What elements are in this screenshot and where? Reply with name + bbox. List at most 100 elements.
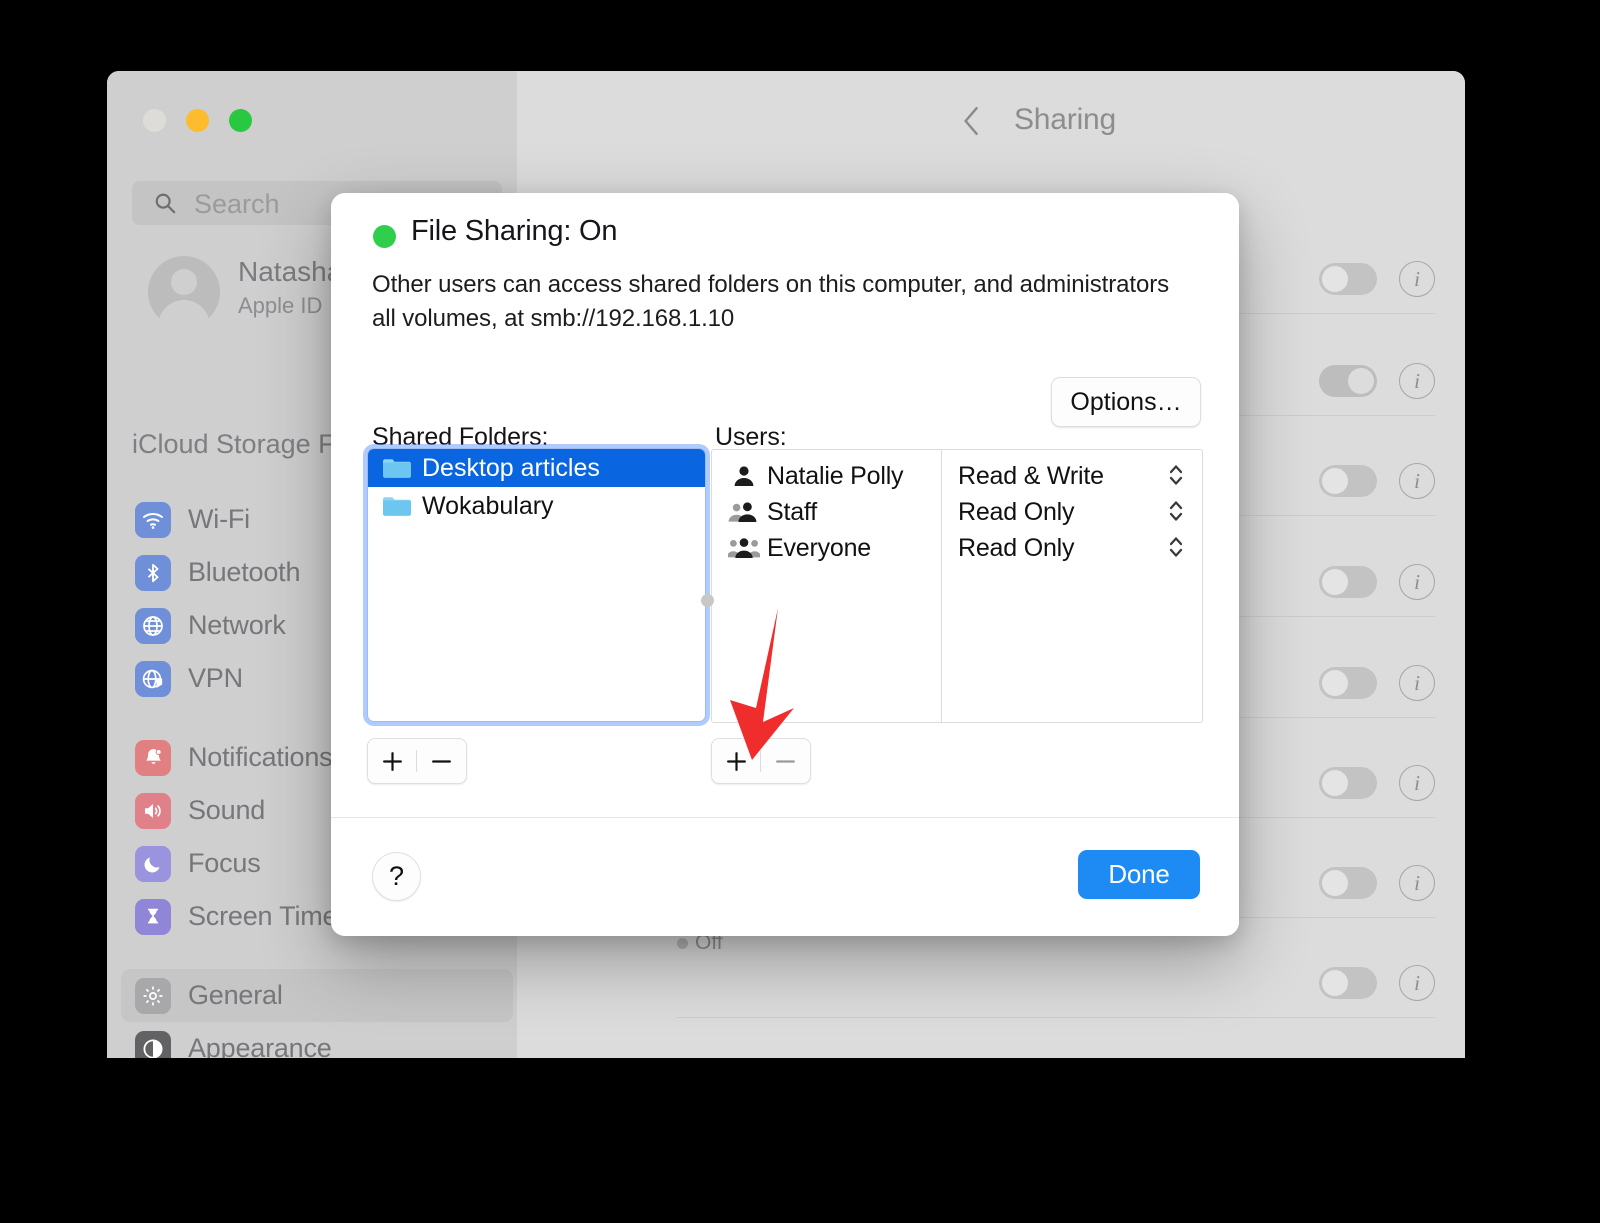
users-list[interactable]: Natalie Polly Read & Write Staff Read Only E… (711, 449, 1203, 723)
dialog-footer: ? Done (331, 817, 1239, 936)
chevron-updown-icon[interactable] (1166, 497, 1186, 525)
info-button[interactable]: i (1399, 665, 1435, 701)
user-row[interactable]: Staff (712, 494, 957, 530)
row-toggle[interactable] (1319, 465, 1377, 497)
settings-row: i (1319, 564, 1435, 600)
sidebar-item-label: Wi-Fi (188, 504, 250, 535)
single-person-icon (728, 464, 760, 488)
user-name: Staff (767, 498, 817, 527)
resize-grip[interactable] (701, 594, 714, 607)
info-button[interactable]: i (1399, 965, 1435, 1001)
user-name: Natalie Polly (767, 462, 903, 491)
folder-name: Wokabulary (422, 492, 554, 521)
back-button[interactable] (961, 104, 983, 138)
shared-folder-item[interactable]: Wokabulary (368, 487, 705, 525)
remove-folder-button[interactable] (417, 740, 465, 782)
appearance-contrast-icon (135, 1031, 171, 1059)
sidebar-item-general[interactable]: General (121, 969, 513, 1022)
search-icon (154, 192, 176, 214)
settings-row: i (1319, 665, 1435, 701)
sidebar-item-label: Appearance (188, 1033, 332, 1058)
settings-row: i (1319, 765, 1435, 801)
close-window-button[interactable] (143, 109, 166, 132)
account-subtitle: Apple ID (238, 293, 322, 319)
focus-moon-icon (135, 846, 171, 882)
folder-icon (381, 494, 413, 518)
settings-row: i (1319, 865, 1435, 901)
sound-speaker-icon (135, 793, 171, 829)
settings-row: i (1319, 261, 1435, 297)
user-add-remove-control (711, 738, 811, 784)
add-folder-button[interactable] (368, 740, 416, 782)
info-button[interactable]: i (1399, 564, 1435, 600)
two-people-icon (728, 500, 760, 524)
info-button[interactable]: i (1399, 261, 1435, 297)
status-title: File Sharing: On (411, 215, 617, 248)
traffic-lights (143, 109, 252, 132)
dialog-body: File Sharing: On Other users can access … (331, 193, 1239, 818)
three-people-icon (728, 536, 760, 560)
permission-value: Read Only (958, 534, 1074, 563)
add-user-button[interactable] (712, 740, 760, 782)
network-globe-icon (135, 608, 171, 644)
settings-row: i (1319, 463, 1435, 499)
shared-folder-item[interactable]: Desktop articles (368, 449, 705, 487)
permission-popup[interactable]: Read & Write (942, 458, 1202, 494)
done-button[interactable]: Done (1078, 850, 1200, 899)
sidebar-item-label: Focus (188, 848, 261, 879)
row-toggle[interactable] (1319, 767, 1377, 799)
help-button[interactable]: ? (372, 852, 421, 901)
options-button[interactable]: Options… (1051, 377, 1201, 427)
minimize-window-button[interactable] (186, 109, 209, 132)
wifi-icon (135, 502, 171, 538)
folder-name: Desktop articles (422, 454, 600, 483)
sidebar-item-label: Bluetooth (188, 557, 300, 588)
permission-value: Read & Write (958, 462, 1104, 491)
user-row[interactable]: Natalie Polly (712, 458, 957, 494)
icloud-storage-row[interactable]: iCloud Storage F (132, 429, 335, 460)
sidebar-item-label: General (188, 980, 283, 1011)
avatar-icon (148, 256, 220, 328)
search-placeholder: Search (194, 189, 280, 220)
row-toggle[interactable] (1319, 867, 1377, 899)
permission-popup[interactable]: Read Only (942, 530, 1202, 566)
remove-user-button[interactable] (761, 740, 809, 782)
maximize-window-button[interactable] (229, 109, 252, 132)
folder-icon (381, 456, 413, 480)
chevron-updown-icon[interactable] (1166, 533, 1186, 561)
row-toggle[interactable] (1319, 667, 1377, 699)
row-toggle[interactable] (1319, 365, 1377, 397)
page-title: Sharing (1014, 103, 1116, 137)
folder-add-remove-control (367, 738, 467, 784)
shared-folders-list[interactable]: Desktop articles Wokabulary (367, 448, 706, 722)
row-toggle[interactable] (1319, 263, 1377, 295)
settings-row: i (1319, 965, 1435, 1001)
row-divider (677, 1017, 1435, 1018)
screen: Search Natasha I Apple ID iCloud Storage… (0, 0, 1600, 1223)
vpn-icon (135, 661, 171, 697)
chevron-updown-icon[interactable] (1166, 461, 1186, 489)
user-row[interactable]: Everyone (712, 530, 957, 566)
status-indicator-dot (373, 225, 396, 248)
bluetooth-icon (135, 555, 171, 591)
file-sharing-dialog: File Sharing: On Other users can access … (331, 193, 1239, 936)
notifications-bell-icon (135, 740, 171, 776)
info-button[interactable]: i (1399, 363, 1435, 399)
row-toggle[interactable] (1319, 967, 1377, 999)
sidebar-item-label: Notifications (188, 742, 332, 773)
info-button[interactable]: i (1399, 765, 1435, 801)
titlebar[interactable] (107, 71, 517, 147)
permission-value: Read Only (958, 498, 1074, 527)
users-label: Users: (715, 423, 787, 452)
sidebar-item-label: Network (188, 610, 286, 641)
info-button[interactable]: i (1399, 463, 1435, 499)
permission-popup[interactable]: Read Only (942, 494, 1202, 530)
info-button[interactable]: i (1399, 865, 1435, 901)
settings-row: i (1319, 363, 1435, 399)
sidebar-item-appearance[interactable]: Appearance (121, 1022, 513, 1058)
sidebar-item-label: Screen Time (188, 901, 337, 932)
user-name: Everyone (767, 534, 871, 563)
status-description: Other users can access shared folders on… (372, 268, 1172, 336)
sidebar-item-label: VPN (188, 663, 243, 694)
row-toggle[interactable] (1319, 566, 1377, 598)
